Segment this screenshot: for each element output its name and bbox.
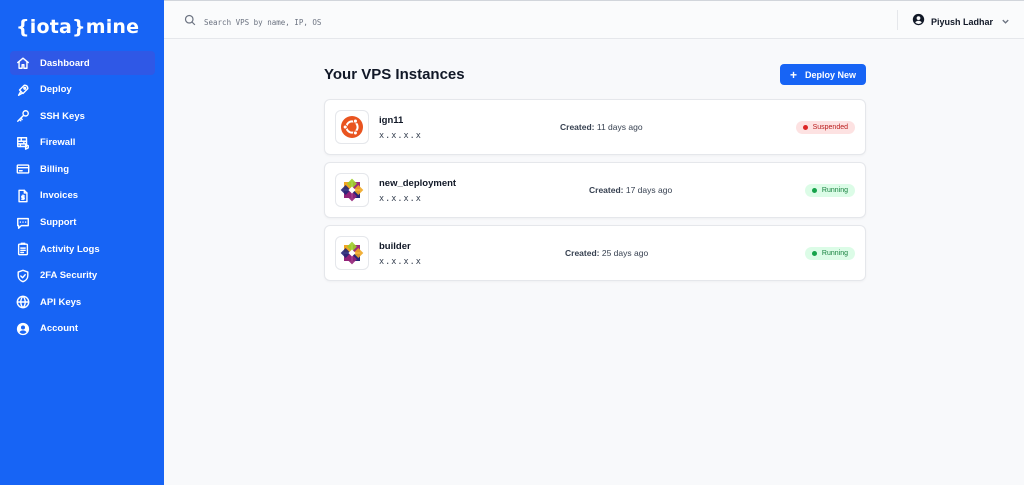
sidebar-item-label: Support [40,217,77,229]
status-label: Running [821,187,848,194]
credit-card-icon [16,162,30,176]
search-bar [184,13,404,31]
centos-icon [335,173,369,207]
sidebar-item-activity-logs[interactable]: Activity Logs [10,237,155,261]
sidebar-item-firewall[interactable]: Firewall [10,131,155,155]
instance-name: ign11 [379,115,404,126]
sidebar-item-ssh-keys[interactable]: SSH Keys [10,104,155,128]
firewall-icon [16,136,30,150]
divider [897,10,898,30]
page-title: Your VPS Instances [324,66,465,83]
sidebar-item-billing[interactable]: Billing [10,157,155,181]
instance-name: new_deployment [379,178,457,189]
created-info: Created: 25 days ago [565,248,648,258]
sidebar-item-label: Firewall [40,137,76,149]
search-icon [184,13,196,31]
sidebar-item-label: SSH Keys [40,110,85,122]
user-avatar-icon [912,13,925,31]
sidebar-item-deploy[interactable]: Deploy [10,78,155,102]
status-badge: Running [804,247,855,260]
user-name: Piyush Ladhar [931,17,994,27]
instance-card[interactable]: new_deployment x.x.x.x Created: 17 days … [324,162,866,218]
globe-icon [16,295,30,309]
sidebar-item-2fa-security[interactable]: 2FA Security [10,264,155,288]
instance-card[interactable]: builder x.x.x.x Created: 25 days ago Run… [324,225,866,281]
instance-ip: x.x.x.x [379,131,422,141]
instance-card[interactable]: ign11 x.x.x.x Created: 11 days ago Suspe… [324,99,866,155]
user-menu[interactable]: Piyush Ladhar [912,13,1010,31]
top-bar: Piyush Ladhar [164,0,1024,39]
rocket-icon [16,83,30,97]
created-label: Created: [565,248,600,258]
status-label: Suspended [812,124,848,131]
chat-icon [16,216,30,230]
user-circle-icon [16,322,30,336]
created-value: 11 days ago [596,122,643,132]
clipboard-icon [16,242,30,256]
home-icon [16,56,30,70]
status-badge: Suspended [795,121,855,134]
shield-icon [16,269,30,283]
centos-icon [335,236,369,270]
sidebar-item-support[interactable]: Support [10,211,155,235]
created-label: Created: [589,185,624,195]
app-logo[interactable]: {iota}mine [16,16,139,38]
created-value: 25 days ago [601,248,649,258]
sidebar-item-label: Deploy [40,84,72,96]
deploy-new-button[interactable]: + Deploy New [780,64,866,85]
plus-icon: + [789,67,797,82]
sidebar-item-label: 2FA Security [40,270,98,282]
sidebar-item-label: API Keys [40,296,82,308]
status-badge: Running [804,184,855,197]
status-dot [811,188,817,193]
sidebar-item-label: Billing [40,163,70,175]
status-dot [802,125,808,130]
created-info: Created: 11 days ago [560,122,643,132]
instance-ip: x.x.x.x [379,194,422,204]
search-input[interactable] [204,17,404,27]
instance-name: builder [379,241,411,252]
sidebar-item-label: Activity Logs [40,243,100,255]
sidebar-item-dashboard[interactable]: Dashboard [10,51,155,75]
sidebar-nav: Dashboard Deploy SSH Keys Firewall Billi… [10,51,155,344]
sidebar-item-label: Invoices [40,190,79,202]
status-label: Running [821,250,848,257]
sidebar-item-api-keys[interactable]: API Keys [10,290,155,314]
chevron-down-icon [993,13,1010,31]
invoice-icon [16,189,30,203]
sidebar-item-invoices[interactable]: Invoices [10,184,155,208]
created-value: 17 days ago [625,185,673,195]
ubuntu-icon [335,110,369,144]
sidebar-item-label: Account [40,323,78,335]
sidebar-item-label: Dashboard [40,57,90,69]
deploy-new-label: Deploy New [805,69,857,80]
sidebar: {iota}mine Dashboard Deploy SSH Keys Fir… [0,0,164,485]
instance-ip: x.x.x.x [379,257,422,267]
sidebar-item-account[interactable]: Account [10,317,155,341]
status-dot [811,251,817,256]
created-label: Created: [560,122,595,132]
created-info: Created: 17 days ago [589,185,672,195]
key-icon [16,109,30,123]
